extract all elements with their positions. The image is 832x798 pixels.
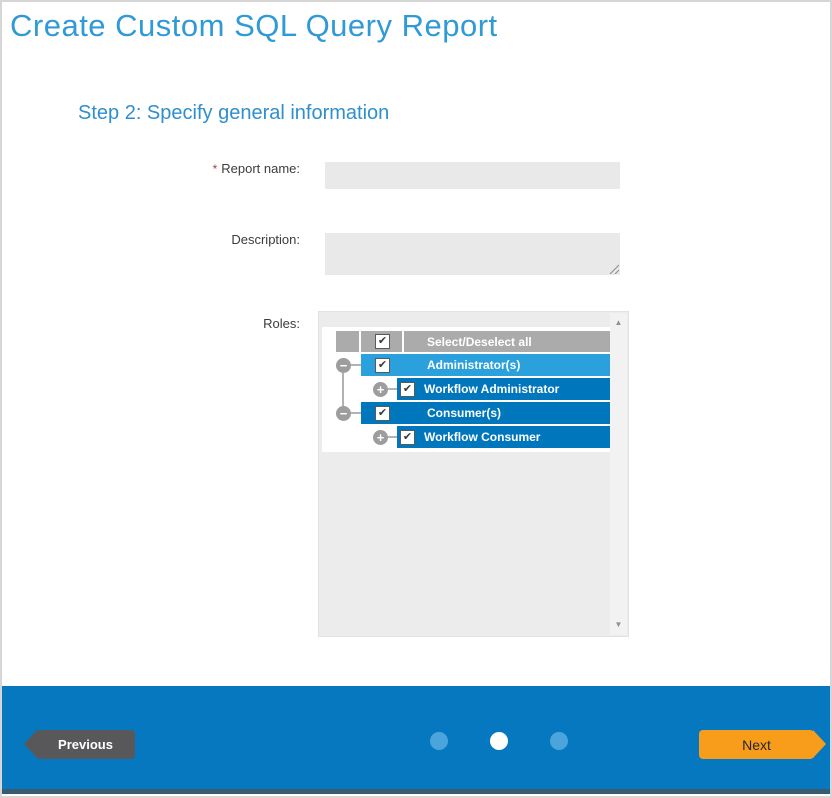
tree-header-row[interactable]: ✔ Select/Deselect all [361, 331, 613, 352]
next-button-label: Next [742, 737, 771, 753]
report-name-label-text: Report name: [221, 161, 300, 176]
check-icon: ✔ [378, 360, 387, 371]
collapse-icon[interactable]: − [336, 406, 351, 421]
expand-icon[interactable]: + [373, 430, 388, 445]
required-asterisk: * [213, 162, 218, 176]
roles-label: Roles: [60, 316, 300, 331]
scroll-down-icon[interactable]: ▼ [610, 617, 627, 633]
tree-connector-line [342, 373, 344, 406]
header-separator [402, 331, 404, 352]
workflow-consumer-checkbox[interactable]: ✔ [400, 430, 415, 445]
tree-connector-line [388, 388, 397, 390]
report-name-input[interactable] [325, 162, 620, 189]
previous-button-label: Previous [58, 737, 113, 752]
step-dot-2-active[interactable] [490, 732, 508, 750]
tree-row-consumers[interactable]: ✔ Consumer(s) [361, 402, 613, 424]
description-label: Description: [60, 232, 300, 247]
wizard-window: Create Custom SQL Query Report Step 2: S… [0, 0, 832, 798]
select-all-checkbox[interactable]: ✔ [375, 334, 390, 349]
select-all-label: Select/Deselect all [427, 335, 532, 349]
description-textarea[interactable] [325, 233, 620, 275]
check-icon: ✔ [378, 408, 387, 419]
footer-bottom-edge [2, 789, 830, 794]
tree-row-workflow-administrator[interactable]: ✔ Workflow Administrator [397, 378, 613, 400]
next-button[interactable]: Next [699, 730, 814, 759]
minus-glyph: − [340, 359, 348, 372]
step-dot-3[interactable] [550, 732, 568, 750]
tree-row-label: Consumer(s) [427, 406, 501, 420]
report-name-label: *Report name: [60, 161, 300, 176]
expand-icon[interactable]: + [373, 382, 388, 397]
plus-glyph: + [377, 383, 385, 396]
roles-label-text: Roles: [263, 316, 300, 331]
tree-row-label: Workflow Consumer [424, 430, 540, 444]
tree-row-workflow-consumer[interactable]: ✔ Workflow Consumer [397, 426, 613, 448]
page-title: Create Custom SQL Query Report [10, 8, 498, 44]
check-icon: ✔ [403, 384, 412, 395]
previous-button[interactable]: Previous [36, 730, 135, 759]
tree-row-label: Administrator(s) [427, 358, 520, 372]
roles-tree-panel: − + − + ✔ Select/Deselect all ✔ Administ… [318, 311, 629, 637]
step-dot-1[interactable] [430, 732, 448, 750]
tree-connector-line [351, 412, 361, 414]
tree-connector-line [351, 364, 361, 366]
vertical-scrollbar[interactable]: ▲ ▼ [610, 313, 627, 635]
consumers-checkbox[interactable]: ✔ [375, 406, 390, 421]
tree-header-expander-cell [336, 331, 359, 352]
administrators-checkbox[interactable]: ✔ [375, 358, 390, 373]
check-icon: ✔ [403, 432, 412, 443]
plus-glyph: + [377, 431, 385, 444]
scroll-up-icon[interactable]: ▲ [610, 315, 627, 331]
step-heading: Step 2: Specify general information [78, 102, 389, 125]
check-icon: ✔ [378, 336, 387, 347]
description-label-text: Description: [231, 232, 300, 247]
wizard-footer: Previous Next [2, 686, 830, 789]
resize-handle-icon[interactable] [608, 263, 619, 274]
collapse-icon[interactable]: − [336, 358, 351, 373]
tree-row-administrators[interactable]: ✔ Administrator(s) [361, 354, 613, 376]
tree-connector-line [388, 436, 397, 438]
minus-glyph: − [340, 407, 348, 420]
tree-row-label: Workflow Administrator [424, 382, 559, 396]
workflow-administrator-checkbox[interactable]: ✔ [400, 382, 415, 397]
